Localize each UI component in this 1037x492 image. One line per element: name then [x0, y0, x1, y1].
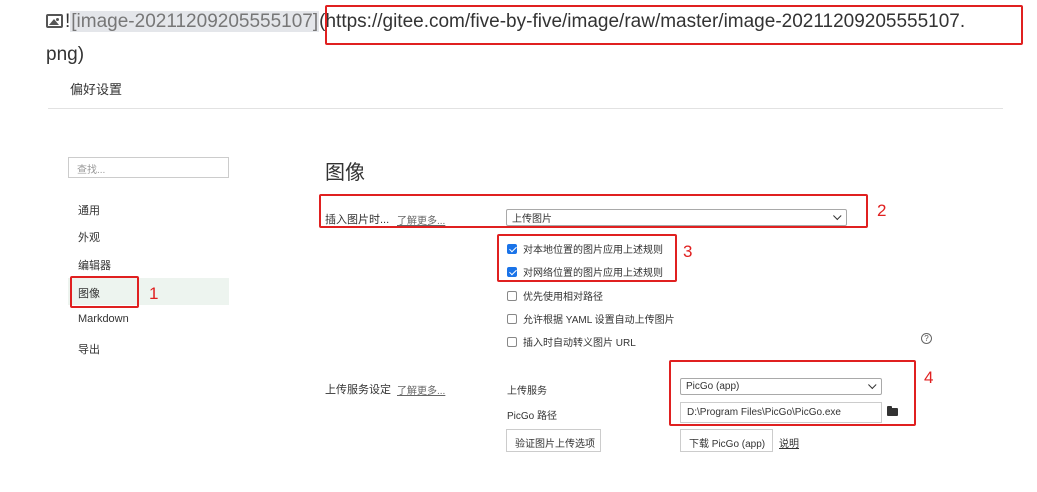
upload-learn-more-link[interactable]: 了解更多...	[397, 382, 445, 397]
upload-service-label: 上传服务	[507, 386, 547, 397]
annotation-box-3	[497, 234, 677, 282]
sidebar-item-appearance[interactable]: 外观	[68, 222, 229, 249]
picgo-path-label: PicGo 路径	[507, 411, 558, 422]
sidebar-search-input[interactable]: 查找...	[68, 157, 229, 178]
annotation-box-url	[325, 5, 1023, 45]
annotation-number-4: 4	[924, 368, 934, 387]
checkbox-relative-path[interactable]: 优先使用相对路径	[507, 288, 603, 303]
annotation-number-3: 3	[683, 242, 693, 261]
checkbox-yaml-upload-label: 允许根据 YAML 设置自动上传图片	[523, 315, 675, 326]
preferences-title: 偏好设置	[70, 82, 123, 97]
annotation-number-1: 1	[149, 284, 159, 303]
checkbox-relative-path-label: 优先使用相对路径	[523, 292, 603, 303]
help-icon[interactable]: ?	[921, 333, 932, 344]
checkbox-box[interactable]	[507, 290, 517, 301]
image-section-heading: 图像	[325, 162, 365, 184]
checkbox-yaml-upload[interactable]: 允许根据 YAML 设置自动上传图片	[507, 311, 675, 326]
checkbox-escape-url-label: 插入时自动转义图片 URL	[523, 338, 636, 349]
checkbox-box[interactable]	[507, 336, 517, 347]
checkbox-escape-url[interactable]: 插入时自动转义图片 URL	[507, 334, 636, 349]
sidebar-item-export[interactable]: 导出	[68, 334, 229, 361]
image-icon	[46, 14, 63, 28]
markdown-alt-text: [image-20211209205555107]	[70, 11, 320, 32]
header-divider	[48, 108, 1003, 109]
annotation-box-2	[319, 194, 868, 228]
annotation-box-4	[669, 360, 916, 426]
upload-settings-label: 上传服务设定	[325, 384, 391, 396]
sidebar-item-editor[interactable]: 编辑器	[68, 250, 229, 277]
explain-link[interactable]: 说明	[779, 435, 799, 450]
checkbox-box[interactable]	[507, 313, 517, 324]
download-picgo-button[interactable]: 下载 PicGo (app)	[680, 429, 773, 452]
sidebar-item-markdown[interactable]: Markdown	[68, 306, 229, 333]
verify-upload-button[interactable]: 验证图片上传选项	[506, 429, 601, 452]
annotation-number-2: 2	[877, 201, 887, 220]
markdown-url-continued: png)	[46, 44, 85, 65]
annotation-box-1	[70, 276, 139, 308]
sidebar-item-general[interactable]: 通用	[68, 195, 229, 222]
